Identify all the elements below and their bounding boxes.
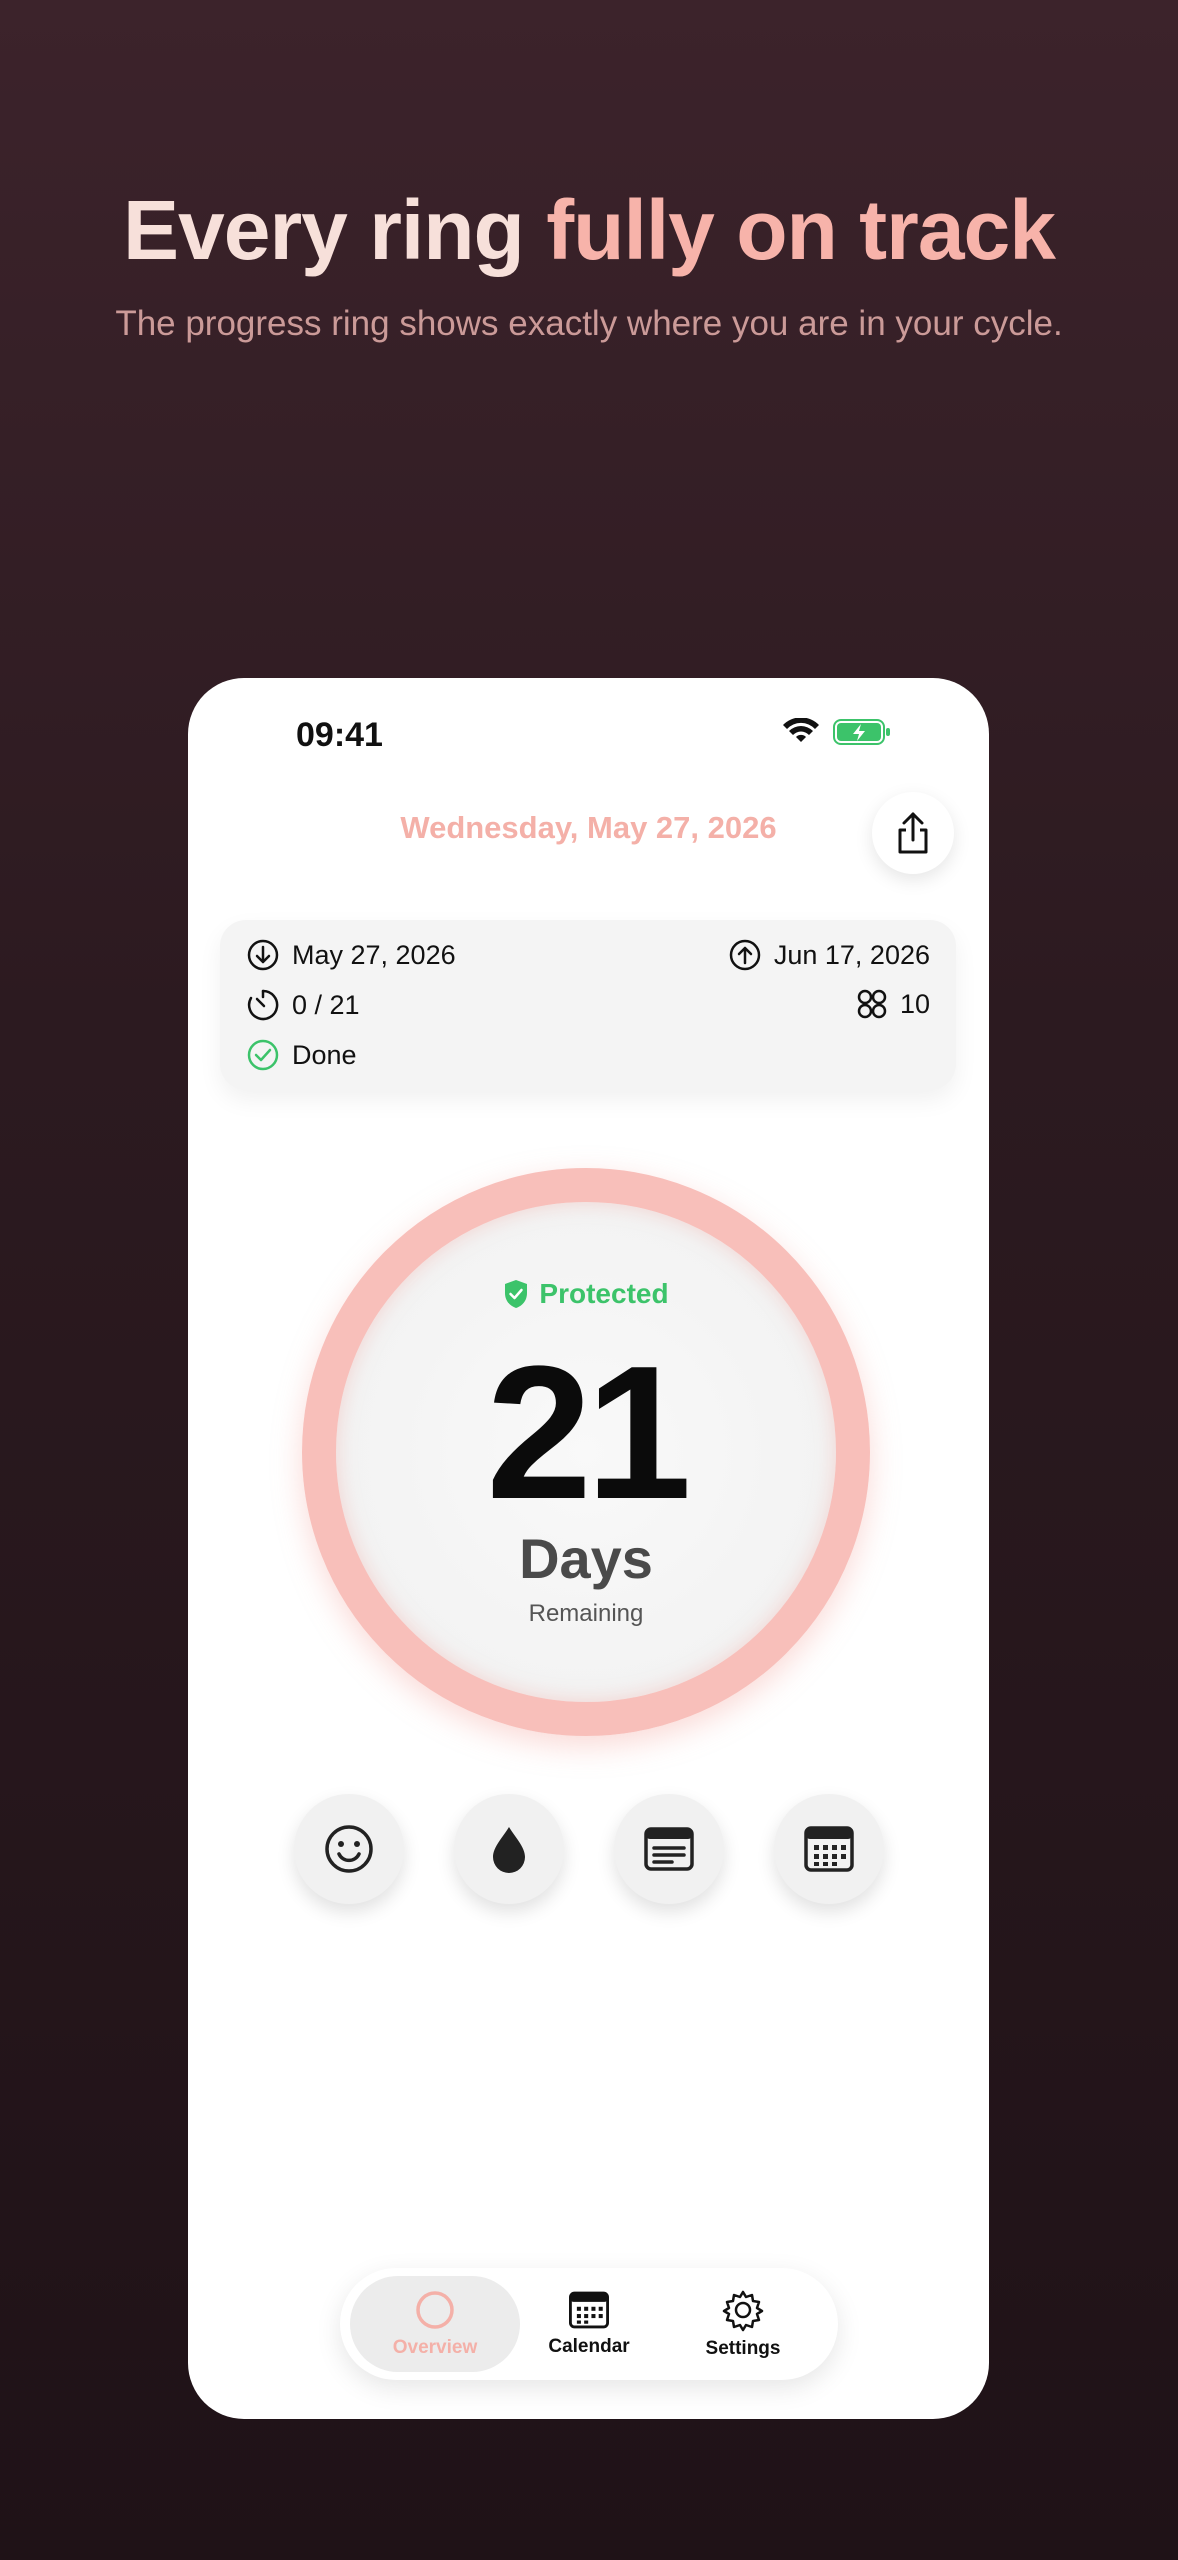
arrow-down-circle-icon — [247, 939, 279, 971]
battery-icon — [833, 719, 890, 745]
current-date: Wednesday, May 27, 2026 — [400, 810, 777, 845]
share-button[interactable] — [872, 792, 954, 874]
notes-button[interactable] — [614, 1794, 724, 1904]
end-date: Jun 17, 2026 — [773, 939, 930, 970]
days-remaining-number: 21 — [486, 1327, 691, 1539]
pills-icon — [857, 989, 887, 1019]
checkmark-circle-icon — [247, 1039, 279, 1071]
note-icon — [644, 1827, 694, 1871]
phone-screen: 09:41 Wednesday, May 27, 2026 May 27, 20… — [188, 678, 989, 2419]
timer-icon — [247, 989, 279, 1021]
wifi-icon — [783, 718, 819, 742]
hero-subheadline: The progress ring shows exactly where yo… — [115, 304, 1063, 343]
count-row: 10 — [856, 988, 930, 1020]
headline-text: Every ring — [123, 183, 547, 277]
cycle-info-card: May 27, 2026 Jun 17, 2026 0 / 21 10 Done — [220, 920, 956, 1090]
tab-overview[interactable]: Overview — [350, 2276, 520, 2372]
end-date-row: Jun 17, 2026 — [728, 938, 930, 972]
done-row: Done — [246, 1038, 357, 1072]
tab-settings-label: Settings — [705, 2338, 781, 2359]
protected-label: Protected — [539, 1278, 669, 1309]
calendar-icon — [804, 1826, 854, 1872]
status-icons — [783, 718, 891, 746]
days-label: Days — [519, 1527, 653, 1590]
start-date-row: May 27, 2026 — [246, 938, 456, 972]
flow-button[interactable] — [454, 1794, 564, 1904]
tab-calendar[interactable]: Calendar — [504, 2276, 674, 2372]
progress-count: 0 / 21 — [292, 989, 360, 1020]
tab-settings[interactable]: Settings — [658, 2276, 828, 2372]
arrow-up-circle-icon — [729, 939, 761, 971]
remaining-label: Remaining — [528, 1600, 644, 1627]
tab-calendar-label: Calendar — [548, 2336, 630, 2357]
headline-accent: fully on track — [546, 183, 1056, 277]
progress-ring: Protected 21 Days Remaining — [302, 1168, 870, 1736]
calendar-button[interactable] — [774, 1794, 884, 1904]
calendar-icon — [569, 2291, 609, 2329]
drop-icon — [493, 1827, 525, 1873]
protected-status: Protected — [302, 1278, 870, 1310]
shield-check-icon — [505, 1280, 528, 1308]
hero-headline: Every ring fully on track — [0, 182, 1178, 279]
gear-icon — [722, 2290, 764, 2332]
ring-icon — [416, 2291, 454, 2329]
share-icon — [898, 812, 928, 854]
mood-button[interactable] — [294, 1794, 404, 1904]
status-time: 09:41 — [296, 716, 383, 754]
start-date: May 27, 2026 — [292, 939, 456, 970]
smiley-icon — [325, 1825, 373, 1873]
progress-row: 0 / 21 — [246, 988, 360, 1022]
pill-count: 10 — [899, 988, 930, 1019]
tab-bar: Overview Calendar Settings — [340, 2268, 838, 2380]
done-label: Done — [292, 1039, 357, 1070]
tab-overview-label: Overview — [392, 2337, 478, 2358]
